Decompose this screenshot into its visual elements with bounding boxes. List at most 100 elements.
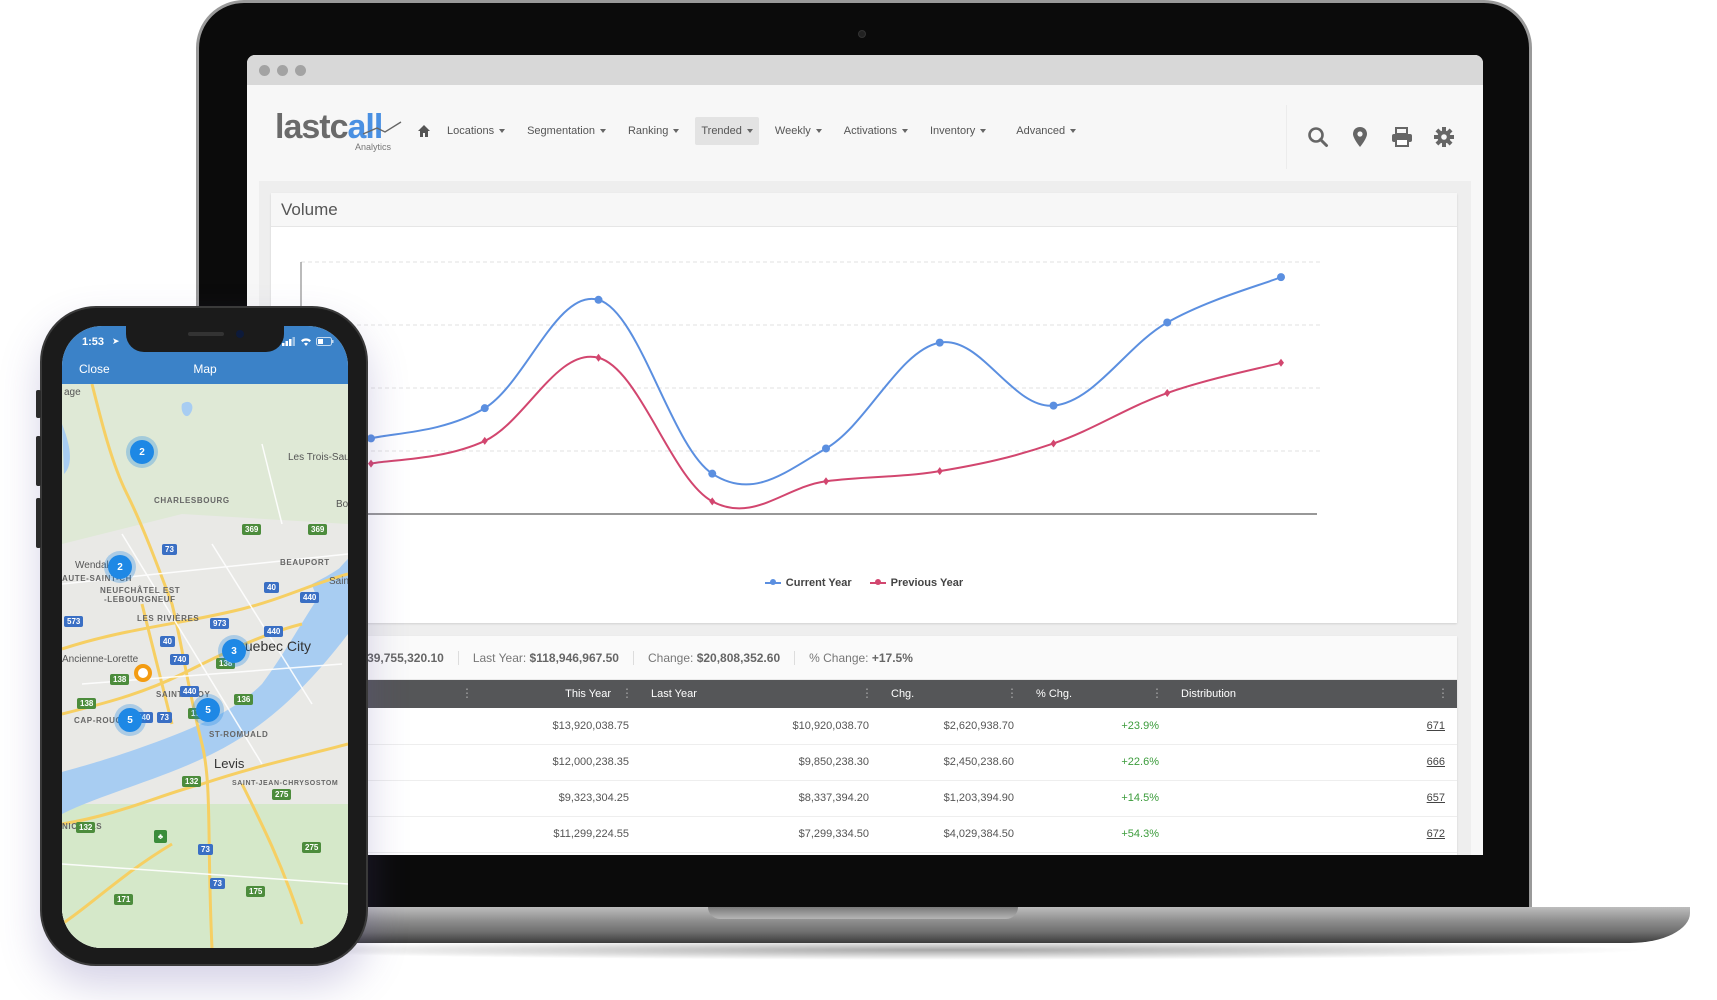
data-point[interactable] bbox=[1164, 389, 1171, 398]
map-label: Bo bbox=[336, 499, 348, 510]
totals-table-panel: This Year: $139,755,320.10 Last Year: $1… bbox=[271, 636, 1457, 855]
column-header-last-year[interactable]: Last Year ⋮ bbox=[641, 680, 881, 708]
data-point[interactable] bbox=[1163, 318, 1172, 327]
logo-text: lastc bbox=[275, 108, 348, 146]
column-header-distribution[interactable]: Distribution ⋮ bbox=[1171, 680, 1457, 708]
table-row[interactable]: $11,299,224.55 $7,299,334.50 $4,029,384.… bbox=[271, 816, 1457, 853]
map-cluster-marker[interactable]: 2 bbox=[130, 440, 154, 464]
window-minimize-button[interactable] bbox=[277, 64, 288, 76]
highway-shield: 275 bbox=[302, 842, 322, 853]
highway-shield: 175 bbox=[246, 886, 266, 897]
column-menu-icon[interactable]: ⋮ bbox=[1437, 687, 1449, 699]
data-point[interactable] bbox=[367, 434, 375, 443]
legend-item-previous-year[interactable]: Previous Year bbox=[869, 577, 963, 589]
phone-front-camera bbox=[236, 330, 244, 338]
cell-distribution-link[interactable]: 666 bbox=[1171, 744, 1457, 781]
column-header-pct-chg[interactable]: % Chg. ⋮ bbox=[1026, 680, 1171, 708]
volume-chart-panel: Volume Current Year Previous Year bbox=[271, 193, 1457, 623]
map-pin-icon bbox=[1353, 127, 1367, 147]
data-point[interactable] bbox=[935, 338, 944, 347]
legend-item-current-year[interactable]: Current Year bbox=[764, 577, 852, 589]
panel-title: Volume bbox=[271, 193, 1457, 227]
column-menu-icon[interactable]: ⋮ bbox=[1151, 687, 1163, 699]
print-button[interactable] bbox=[1391, 126, 1413, 148]
column-menu-icon[interactable]: ⋮ bbox=[1006, 687, 1018, 699]
highway-shield: 132 bbox=[182, 776, 202, 787]
cell-distribution-link[interactable]: 671 bbox=[1171, 708, 1457, 745]
data-point[interactable] bbox=[708, 469, 717, 478]
data-point[interactable] bbox=[594, 295, 603, 304]
map-view[interactable]: age Les Trois-Sau CHARLESBOURG Bo Wendak… bbox=[62, 384, 348, 948]
highway-shield: 73 bbox=[157, 712, 172, 723]
column-menu-icon[interactable]: ⋮ bbox=[621, 687, 633, 699]
nav-weekly[interactable]: Weekly bbox=[769, 117, 828, 145]
nav-locations[interactable]: Locations bbox=[441, 117, 511, 145]
data-point[interactable] bbox=[368, 459, 374, 468]
nav-ranking[interactable]: Ranking bbox=[622, 117, 685, 145]
table-row[interactable]: $13,920,038.75 $10,920,038.70 $2,620,938… bbox=[271, 708, 1457, 745]
data-point[interactable] bbox=[1050, 439, 1057, 448]
settings-button[interactable] bbox=[1433, 126, 1455, 148]
highway-shield: 138 bbox=[110, 674, 130, 685]
data-point[interactable] bbox=[822, 444, 830, 453]
data-point[interactable] bbox=[823, 477, 829, 486]
map-cluster-marker[interactable]: 3 bbox=[222, 639, 246, 663]
series-line-previous-year bbox=[370, 355, 1282, 510]
nav-advanced[interactable]: Advanced bbox=[1010, 117, 1082, 145]
nav-inventory[interactable]: Inventory bbox=[924, 117, 992, 145]
column-label: % Chg. bbox=[1036, 688, 1073, 700]
location-button[interactable] bbox=[1349, 126, 1371, 148]
nav-segmentation[interactable]: Segmentation bbox=[521, 117, 612, 145]
column-label: This Year bbox=[565, 688, 611, 700]
data-point[interactable] bbox=[936, 467, 943, 476]
column-menu-icon[interactable]: ⋮ bbox=[461, 687, 473, 699]
search-button[interactable] bbox=[1307, 126, 1329, 148]
map-cluster-marker[interactable]: 2 bbox=[108, 555, 132, 579]
map-cluster-marker[interactable]: 5 bbox=[196, 698, 220, 722]
lastcall-logo[interactable]: lastcall Analytics bbox=[275, 110, 405, 152]
data-point[interactable] bbox=[481, 436, 488, 445]
map-label: -LEBOURGNEUF bbox=[104, 595, 176, 604]
highway-shield: 440 bbox=[300, 592, 320, 603]
home-button[interactable] bbox=[411, 117, 437, 145]
cell-this-year: $13,920,038.75 bbox=[481, 708, 641, 745]
data-point[interactable] bbox=[1277, 273, 1285, 282]
column-menu-icon[interactable]: ⋮ bbox=[861, 687, 873, 699]
data-point[interactable] bbox=[1049, 401, 1058, 410]
caret-down-icon bbox=[980, 129, 987, 133]
caret-down-icon bbox=[599, 129, 606, 133]
nav-activations[interactable]: Activations bbox=[838, 117, 914, 145]
window-close-button[interactable] bbox=[259, 64, 270, 76]
data-point[interactable] bbox=[1278, 358, 1284, 367]
current-location-marker[interactable] bbox=[134, 664, 152, 682]
nav-trended[interactable]: Trended bbox=[695, 117, 759, 145]
map-label: age bbox=[64, 387, 81, 398]
map-base-layer bbox=[62, 384, 348, 948]
nav-label: Advanced bbox=[1016, 125, 1066, 137]
table-row[interactable]: $12,000,238.35 $9,850,238.30 $2,450,238.… bbox=[271, 744, 1457, 781]
cell-distribution-link[interactable]: 657 bbox=[1171, 780, 1457, 817]
map-cluster-marker[interactable]: 5 bbox=[118, 708, 142, 732]
cell-this-year: $12,000,238.35 bbox=[481, 744, 641, 781]
window-maximize-button[interactable] bbox=[295, 64, 306, 76]
map-label: Ancienne-Lorette bbox=[62, 654, 139, 665]
laptop-camera bbox=[858, 30, 866, 38]
cell-this-year: $11,299,224.55 bbox=[481, 816, 641, 853]
logo-swoosh-icon bbox=[363, 121, 402, 135]
table-row[interactable]: $9,323,304.25 $8,337,394.20 $1,203,394.9… bbox=[271, 780, 1457, 817]
status-time: 1:53 bbox=[82, 336, 105, 348]
data-point[interactable] bbox=[709, 497, 716, 506]
data-point[interactable] bbox=[480, 404, 489, 413]
legend-label: Current Year bbox=[785, 577, 852, 589]
caret-down-icon bbox=[746, 129, 753, 133]
cell-distribution-link[interactable]: 672 bbox=[1171, 816, 1457, 853]
column-label: Chg. bbox=[891, 688, 915, 700]
column-header-this-year[interactable]: This Year ⋮ bbox=[481, 680, 641, 708]
dashboard-content: Volume Current Year Previous Year This Y… bbox=[259, 181, 1471, 855]
map-label: CHARLESBOURG bbox=[154, 496, 230, 505]
column-header-chg[interactable]: Chg. ⋮ bbox=[881, 680, 1026, 708]
browser-titlebar bbox=[247, 55, 1483, 85]
map-label: CAP-ROUG bbox=[74, 716, 123, 725]
summary-last-year: Last Year: $118,946,967.50 bbox=[459, 650, 634, 665]
data-point[interactable] bbox=[595, 353, 602, 362]
